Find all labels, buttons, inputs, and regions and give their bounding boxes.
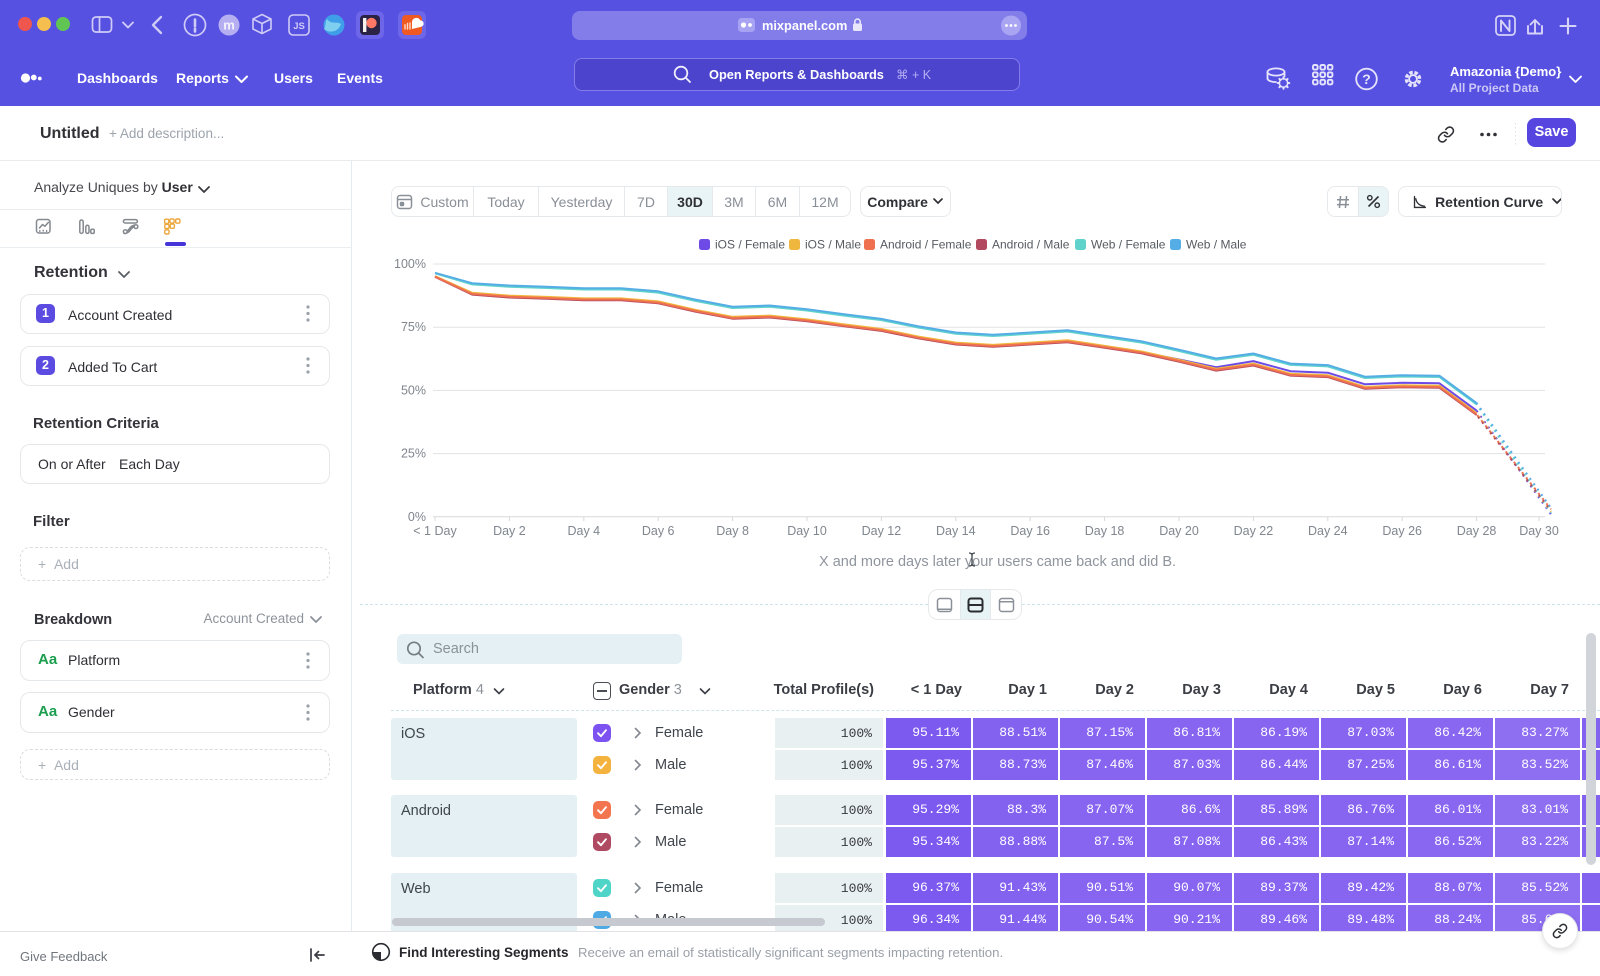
svg-text:Day 12: Day 12 (862, 524, 902, 538)
svg-text:< 1 Day: < 1 Day (413, 524, 457, 538)
svg-text:Android / Female: Android / Female (880, 238, 972, 252)
svg-text:mixpanel.com: mixpanel.com (762, 18, 847, 33)
svg-text:Events: Events (337, 70, 383, 86)
svg-text:Day 30: Day 30 (1519, 524, 1559, 538)
svg-text:Day 24: Day 24 (1308, 524, 1348, 538)
svg-text:Day 14: Day 14 (936, 524, 976, 538)
svg-text:Web / Male: Web / Male (1186, 238, 1247, 252)
svg-text:Day 2: Day 2 (493, 524, 526, 538)
svg-text:JS: JS (293, 21, 305, 32)
svg-text:75%: 75% (401, 320, 426, 334)
svg-text:All Project Data: All Project Data (1450, 81, 1539, 95)
svg-text:?: ? (1362, 71, 1371, 87)
svg-text:iOS / Male: iOS / Male (805, 238, 861, 252)
svg-text:Day 18: Day 18 (1085, 524, 1125, 538)
svg-text:0%: 0% (408, 510, 426, 524)
svg-text:Open Reports & Dashboards: Open Reports & Dashboards (709, 67, 884, 82)
svg-text:Day 4: Day 4 (567, 524, 600, 538)
svg-text:Users: Users (274, 70, 313, 86)
svg-text:Android / Male: Android / Male (992, 238, 1070, 252)
svg-text:Day 6: Day 6 (642, 524, 675, 538)
svg-text:Day 26: Day 26 (1382, 524, 1422, 538)
svg-text:iOS / Female: iOS / Female (715, 238, 785, 252)
svg-text:Reports: Reports (176, 70, 229, 86)
svg-text:m: m (223, 18, 235, 33)
svg-text:Day 10: Day 10 (787, 524, 827, 538)
svg-text:⌘ + K: ⌘ + K (896, 68, 932, 82)
svg-text:Day 16: Day 16 (1010, 524, 1050, 538)
svg-text:Day 22: Day 22 (1234, 524, 1274, 538)
svg-text:Day 8: Day 8 (716, 524, 749, 538)
svg-text:50%: 50% (401, 383, 426, 397)
svg-text:Day 28: Day 28 (1457, 524, 1497, 538)
svg-text:100%: 100% (394, 257, 426, 271)
svg-text:Day 20: Day 20 (1159, 524, 1199, 538)
svg-text:Web / Female: Web / Female (1091, 238, 1166, 252)
svg-text:25%: 25% (401, 447, 426, 461)
svg-text:Dashboards: Dashboards (77, 70, 158, 86)
svg-text:Amazonia {Demo}: Amazonia {Demo} (1450, 64, 1561, 79)
